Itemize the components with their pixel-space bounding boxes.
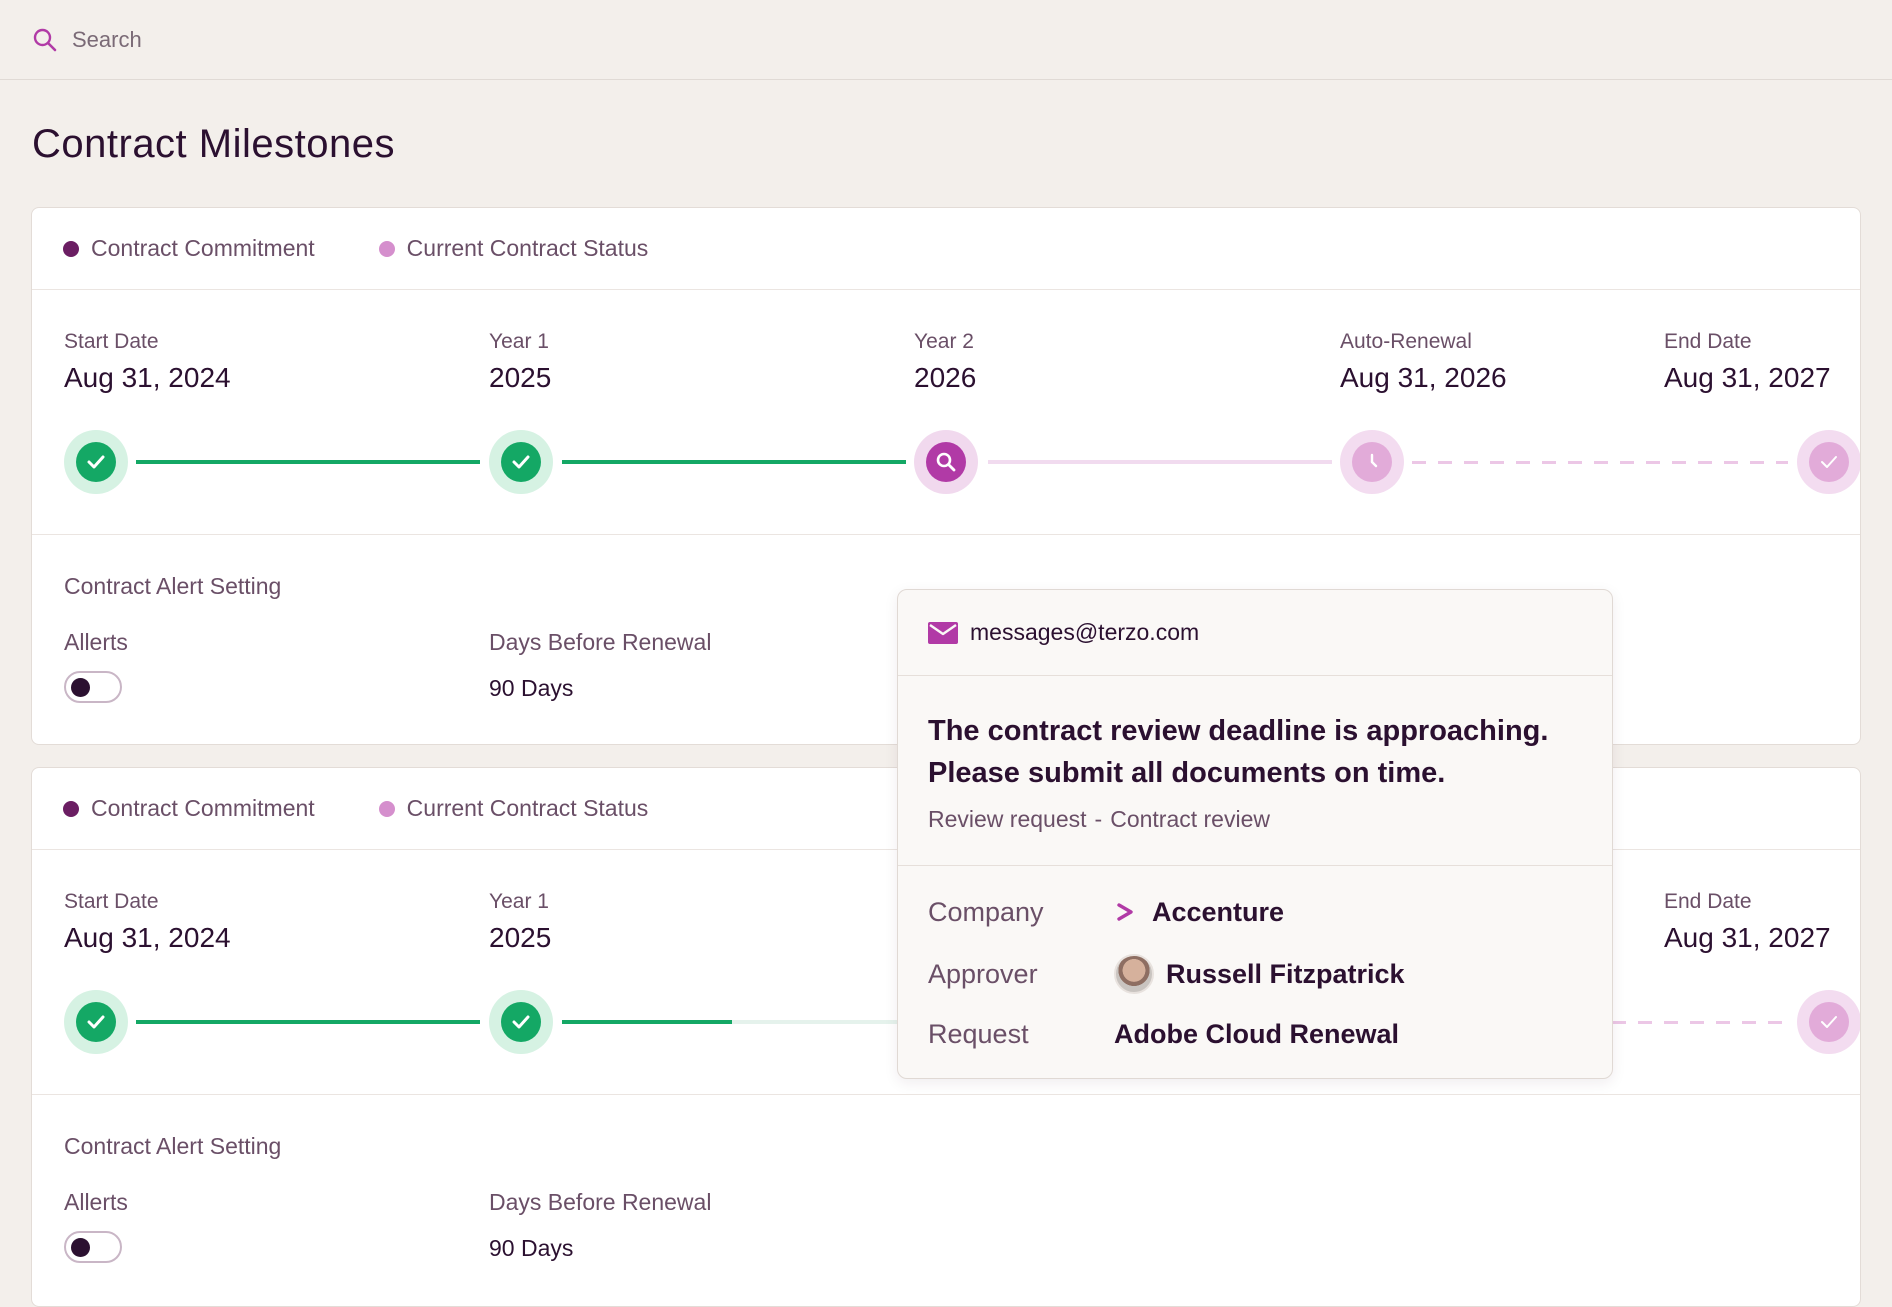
commitment-dot: [63, 800, 79, 817]
check-icon: [87, 455, 105, 469]
request-name: Adobe Cloud Renewal: [1114, 1018, 1400, 1049]
milestone-label: End Date: [1664, 890, 1752, 913]
milestone-node-done[interactable]: [64, 430, 128, 494]
progress-segment-dashed: [1612, 1021, 1788, 1024]
page-title: Contract Milestones: [32, 122, 395, 166]
message-line: The contract review deadline is approach…: [928, 715, 1549, 747]
search-input[interactable]: Search: [72, 27, 142, 53]
company-value[interactable]: Accenture: [1114, 897, 1284, 928]
toggle-knob: [71, 1238, 90, 1257]
progress-segment-dashed: [1412, 461, 1788, 464]
timeline-legend: Contract Commitment Current Contract Sta…: [32, 208, 1860, 290]
check-icon: [87, 1015, 105, 1029]
milestone-date: Aug 31, 2026: [1340, 362, 1507, 393]
milestone-node-upcoming[interactable]: [1797, 430, 1860, 494]
milestone-label: Start Date: [64, 890, 159, 913]
progress-segment: [562, 1020, 732, 1024]
check-icon: [512, 1015, 530, 1029]
milestone-node-done[interactable]: [489, 430, 553, 494]
milestone-node-done[interactable]: [489, 990, 553, 1054]
toggle-knob: [71, 678, 90, 697]
alerts-toggle[interactable]: [64, 1231, 122, 1263]
meta-separator: -: [1094, 806, 1103, 832]
request-label: Request: [928, 1018, 1029, 1049]
sender-email: messages@terzo.com: [970, 619, 1200, 645]
search-icon: [33, 28, 57, 51]
approver-label: Approver: [928, 958, 1038, 989]
milestone-label: Year 2: [914, 330, 974, 353]
milestone-timeline: Start Date Aug 31, 2024 Year 1 2025 Year…: [32, 290, 1860, 535]
meta-category: Contract review: [1110, 806, 1270, 832]
milestone-node-upcoming[interactable]: [1797, 990, 1860, 1054]
notification-popover[interactable]: messages@terzo.com The contract review d…: [897, 589, 1613, 1079]
alerts-label: Allerts: [64, 629, 128, 655]
days-before-renewal-label: Days Before Renewal: [489, 1189, 712, 1215]
popover-message: The contract review deadline is approach…: [898, 676, 1612, 866]
progress-segment: [136, 460, 480, 464]
legend-item-status: Current Contract Status: [378, 795, 649, 822]
alert-settings-title: Contract Alert Setting: [64, 573, 282, 599]
avatar: [1114, 954, 1154, 994]
progress-segment: [732, 1020, 912, 1024]
milestone-date: Aug 31, 2027: [1664, 362, 1831, 393]
milestone-date: 2025: [489, 922, 552, 953]
milestone-date: Aug 31, 2024: [64, 922, 231, 953]
clock-icon: [1370, 453, 1378, 468]
legend-item-commitment: Contract Commitment: [63, 795, 315, 822]
search-bar[interactable]: Search: [0, 0, 1892, 80]
milestone-node-current[interactable]: [914, 430, 978, 494]
status-dot: [378, 800, 395, 817]
milestone-label: Year 1: [489, 890, 549, 913]
request-value[interactable]: Adobe Cloud Renewal: [1114, 1019, 1399, 1050]
milestone-node-upcoming[interactable]: [1340, 430, 1404, 494]
legend-label: Contract Commitment: [91, 795, 315, 821]
alerts-toggle[interactable]: [64, 671, 122, 703]
status-dot: [378, 240, 395, 257]
milestone-node-done[interactable]: [64, 990, 128, 1054]
check-icon: [1821, 1016, 1837, 1028]
approver-value[interactable]: Russell Fitzpatrick: [1114, 954, 1405, 994]
company-label: Company: [928, 896, 1044, 927]
milestone-date: 2025: [489, 362, 552, 393]
milestone-date: Aug 31, 2027: [1664, 922, 1831, 953]
milestone-date: 2026: [914, 362, 977, 393]
alert-settings: Contract Alert Setting Allerts Days Befo…: [32, 1095, 1860, 1305]
approver-name: Russell Fitzpatrick: [1166, 958, 1405, 989]
meta-type: Review request: [928, 806, 1087, 832]
alert-settings-title: Contract Alert Setting: [64, 1133, 282, 1159]
days-before-renewal-label: Days Before Renewal: [489, 629, 712, 655]
legend-label: Current Contract Status: [406, 235, 649, 261]
milestone-label: Start Date: [64, 330, 159, 353]
alerts-label: Allerts: [64, 1189, 128, 1215]
search-icon: [936, 452, 956, 472]
legend-label: Current Contract Status: [406, 795, 649, 821]
check-icon: [1821, 456, 1837, 468]
progress-segment: [136, 1020, 480, 1024]
company-name: Accenture: [1152, 896, 1285, 927]
progress-segment: [988, 460, 1332, 464]
milestone-date: Aug 31, 2024: [64, 362, 231, 393]
check-icon: [512, 455, 530, 469]
days-before-renewal-value[interactable]: 90 Days: [489, 1235, 573, 1262]
mail-icon: [928, 621, 958, 644]
message-meta: Review request - Contract review: [928, 806, 1582, 833]
commitment-dot: [63, 240, 79, 257]
days-before-renewal-value[interactable]: 90 Days: [489, 675, 573, 702]
milestone-label: Year 1: [489, 330, 549, 353]
message-line: Please submit all documents on time.: [928, 757, 1446, 789]
legend-item-status: Current Contract Status: [378, 235, 649, 262]
legend-item-commitment: Contract Commitment: [63, 235, 315, 262]
chevron-right-icon: [1117, 903, 1133, 921]
milestone-label: End Date: [1664, 330, 1752, 353]
legend-label: Contract Commitment: [91, 235, 315, 261]
milestone-label: Auto-Renewal: [1340, 330, 1472, 353]
progress-segment: [562, 460, 906, 464]
popover-header: messages@terzo.com: [898, 590, 1612, 676]
